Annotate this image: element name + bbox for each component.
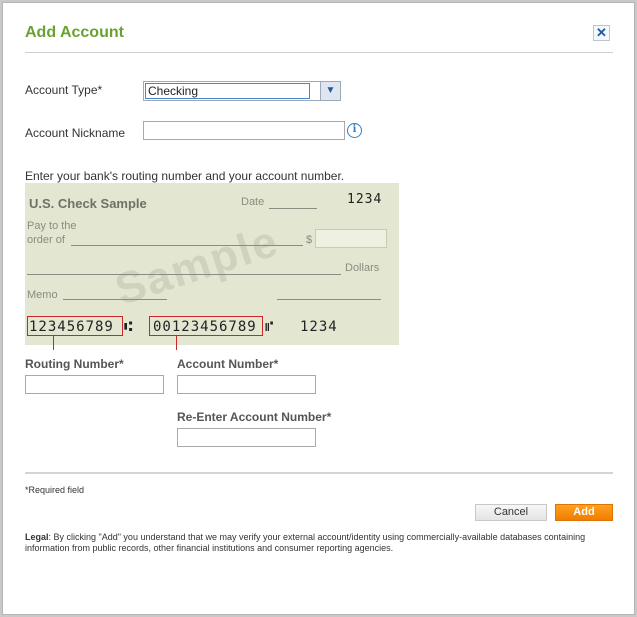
check-pay-to: Pay to the (27, 220, 77, 232)
check-memo-label: Memo (27, 289, 58, 301)
reenter-account-number-input[interactable] (177, 428, 316, 447)
check-title: U.S. Check Sample (29, 196, 147, 211)
dialog-title: Add Account (25, 24, 124, 41)
account-pointer-line (176, 336, 177, 350)
account-type-value[interactable]: Checking (145, 83, 310, 99)
check-date-label: Date (241, 196, 265, 208)
legal-label: Legal (25, 532, 49, 542)
check-sample-image: Sample U.S. Check Sample Date 1234 Pay t… (25, 183, 399, 345)
account-type-select[interactable]: Checking ▼ (143, 81, 341, 101)
account-nickname-label: Account Nickname (25, 126, 126, 140)
legal-disclaimer: Legal: By clicking "Add" you understand … (25, 532, 615, 554)
check-number: 1234 (347, 192, 383, 207)
routing-number-label: Routing Number* (25, 357, 124, 371)
close-icon: ✕ (596, 25, 607, 40)
check-dollar-sign: $ (306, 234, 313, 246)
legal-text: : By clicking "Add" you understand that … (25, 532, 586, 553)
info-icon[interactable]: i (347, 123, 362, 138)
account-number-input[interactable] (177, 375, 316, 394)
routing-instruction: Enter your bank's routing number and you… (25, 169, 345, 183)
check-watermark: Sample (109, 216, 285, 315)
check-signature-line (277, 299, 381, 300)
routing-pointer-line (53, 336, 54, 350)
check-amount-box (315, 229, 387, 248)
close-button[interactable]: ✕ (593, 25, 610, 41)
check-dollars-label: Dollars (345, 262, 380, 274)
check-account-separator: ⑈ (265, 319, 275, 335)
header-divider (25, 52, 613, 53)
check-routing-separator: ⑆ (124, 319, 134, 335)
add-account-dialog: Add Account ✕ Account Type* Checking ▼ A… (2, 2, 635, 615)
account-highlight-box (149, 316, 263, 336)
reenter-account-number-label: Re-Enter Account Number* (177, 410, 332, 424)
check-date-line (269, 208, 317, 209)
account-nickname-input[interactable] (143, 121, 345, 140)
required-field-note: *Required field (25, 485, 85, 495)
account-number-label: Account Number* (177, 357, 279, 371)
add-button[interactable]: Add (555, 504, 613, 521)
routing-highlight-box (27, 316, 123, 336)
account-type-label: Account Type* (25, 83, 103, 97)
check-amount-line (27, 274, 341, 275)
check-order-of: order of (27, 234, 65, 246)
check-memo-line (63, 299, 167, 300)
routing-number-input[interactable] (25, 375, 164, 394)
cancel-button[interactable]: Cancel (475, 504, 547, 521)
check-payee-line (71, 245, 303, 246)
chevron-down-icon[interactable]: ▼ (320, 82, 340, 100)
check-number-micr: 1234 (300, 319, 338, 335)
footer-divider (25, 472, 613, 474)
